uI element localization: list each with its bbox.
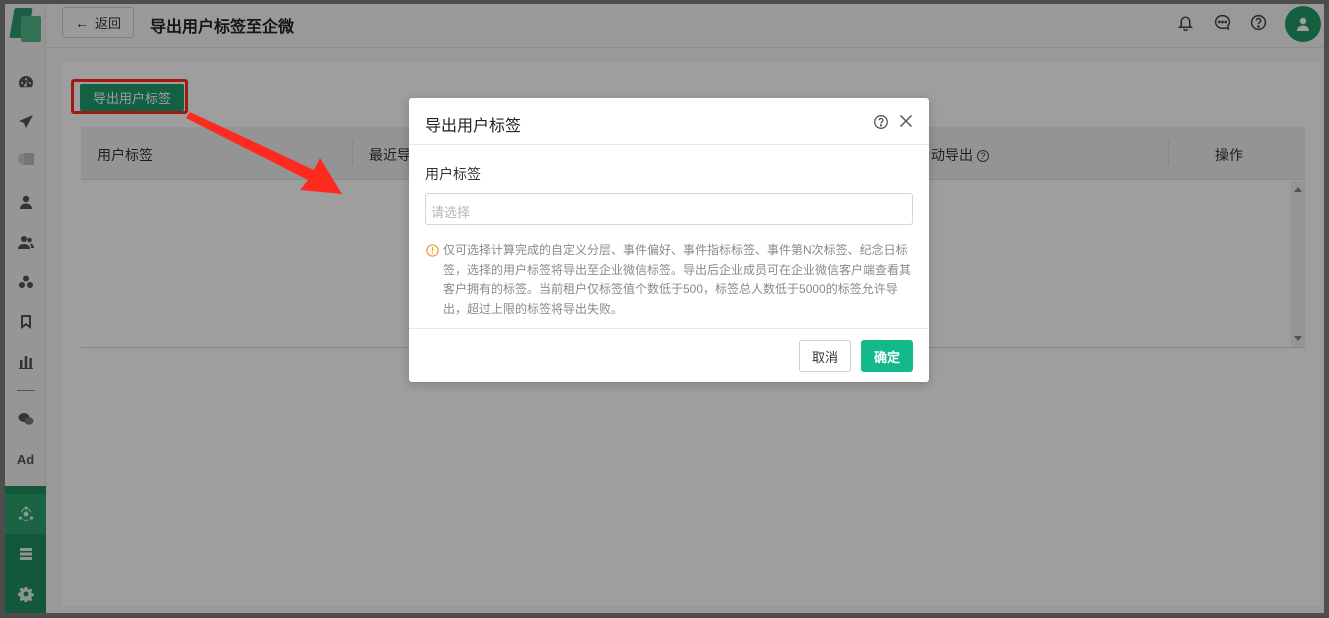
warning-icon	[426, 244, 439, 257]
cancel-button[interactable]: 取消	[799, 340, 851, 372]
close-icon[interactable]	[898, 113, 914, 129]
export-tags-dialog: 导出用户标签 用户标签 请选择 仅可选择计算完成的自定义分层、事件偏好、事件指标…	[409, 98, 929, 382]
user-tags-label: 用户标签	[425, 166, 481, 182]
dialog-footer-divider	[409, 328, 929, 329]
dialog-title: 导出用户标签	[425, 118, 522, 135]
export-notice-text: 仅可选择计算完成的自定义分层、事件偏好、事件指标标签、事件第N次标签、纪念日标签…	[443, 243, 912, 316]
annotation-arrow-icon	[186, 112, 342, 194]
user-tags-select[interactable]: 请选择	[425, 193, 913, 225]
confirm-button[interactable]: 确定	[861, 340, 913, 372]
dialog-divider	[409, 144, 929, 145]
select-placeholder: 请选择	[431, 205, 471, 220]
help-icon[interactable]	[873, 114, 889, 130]
